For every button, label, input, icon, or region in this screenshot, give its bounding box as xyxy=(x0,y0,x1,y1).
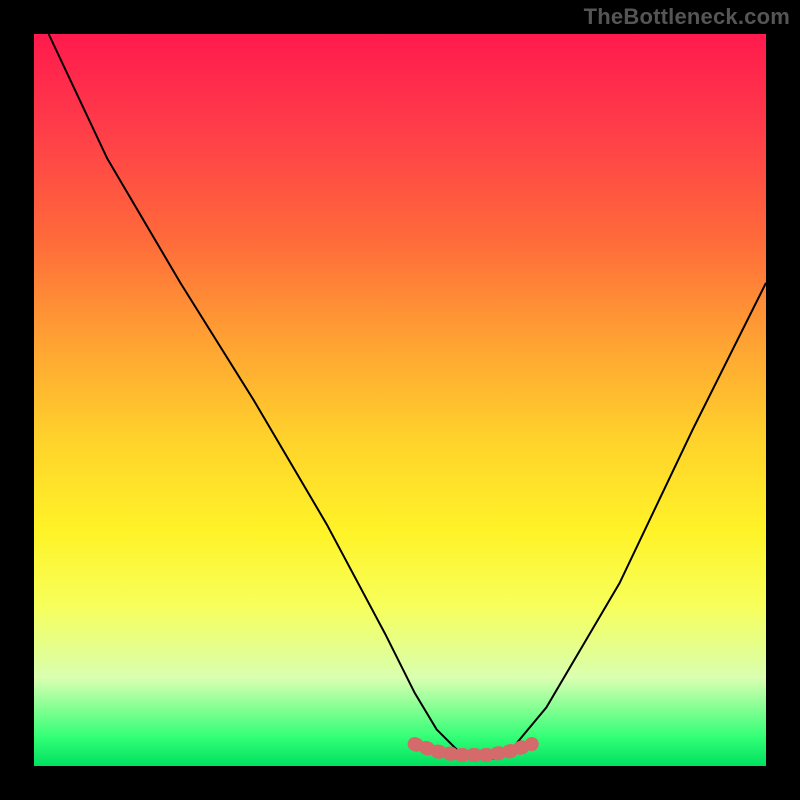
curve-layer xyxy=(34,34,766,766)
watermark-text: TheBottleneck.com xyxy=(584,4,790,30)
plot-area xyxy=(34,34,766,766)
main-curve xyxy=(49,34,766,759)
marker-band xyxy=(415,744,532,755)
chart-frame: TheBottleneck.com xyxy=(0,0,800,800)
